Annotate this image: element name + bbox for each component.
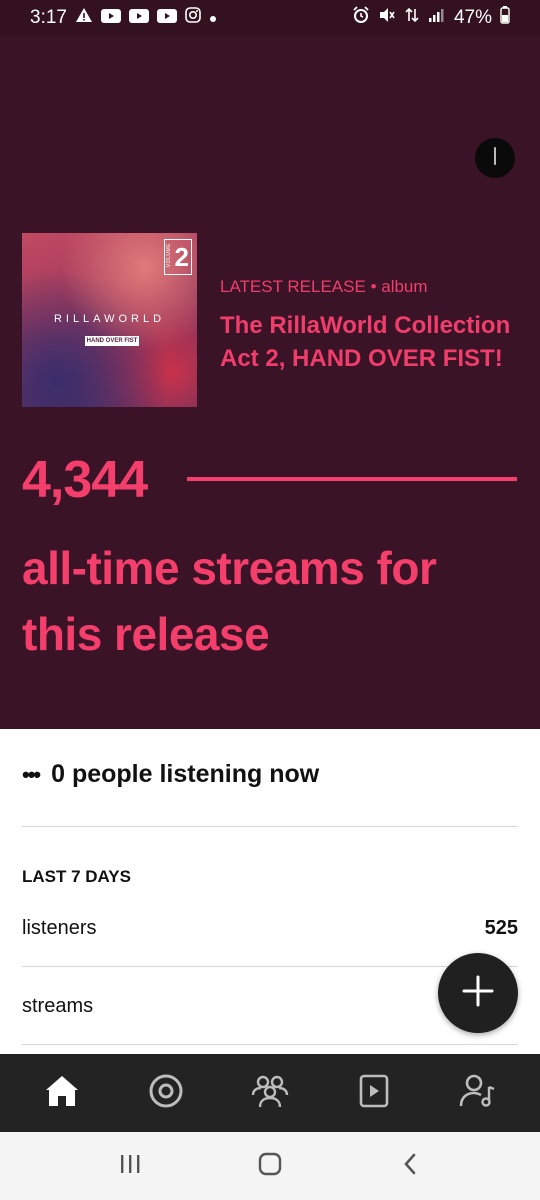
release-meta: LATEST RELEASE • album [220,277,428,297]
signal-icon [428,7,446,29]
back-button[interactable] [380,1146,440,1186]
divider [22,1044,518,1045]
instagram-icon [185,7,201,29]
back-chevron-icon [401,1152,419,1181]
listening-now: ••• 0 people listening now [22,760,319,789]
stream-divider [187,477,517,481]
home-square-icon [257,1151,283,1182]
divider [22,966,518,967]
youtube-icon [128,7,149,29]
data-icon [404,6,420,30]
release-title[interactable]: The RillaWorld Collection Act 2, HAND OV… [220,309,520,375]
cover-brand: RILLAWORLD [53,313,166,325]
recent-apps-icon [118,1153,142,1180]
recent-apps-button[interactable] [100,1146,160,1186]
status-right: 47% [352,6,510,30]
nav-releases[interactable] [134,1061,198,1125]
release-type: album [381,277,428,296]
stat-label: streams [22,995,94,1017]
status-left: 3:17 [30,7,217,29]
volume-badge: VOLUME 2 [164,239,192,275]
add-button[interactable] [438,953,518,1033]
dot-icon [209,7,217,29]
divider [22,826,518,827]
volume-number: 2 [174,242,189,272]
volume-word: VOLUME [166,243,172,268]
warning-icon [75,7,93,29]
release-label: LATEST RELEASE [220,277,366,296]
nav-playlists[interactable] [342,1061,406,1125]
status-bar: 3:17 47% [0,0,540,36]
releases-icon [148,1073,184,1114]
stream-caption: all-time streams for this release [22,542,437,660]
stat-label: listeners [22,917,97,939]
live-dots-icon: ••• [22,761,41,787]
battery-icon [500,6,510,30]
playlist-icon [358,1073,390,1114]
artist-icon [459,1073,497,1114]
audience-icon [250,1073,290,1114]
section-title-last-7-days: LAST 7 DAYS [22,867,131,886]
nav-audience[interactable] [238,1061,302,1125]
system-nav [0,1132,540,1200]
alarm-icon [352,6,370,30]
home-icon [44,1074,80,1113]
nav-home[interactable] [30,1061,94,1125]
cover-subtitle: HAND OVER FIST [85,336,139,346]
stream-count: 4,344 [22,451,148,509]
meta-separator: • [370,277,377,296]
more-options-button[interactable] [475,138,515,178]
status-time: 3:17 [30,7,67,28]
mute-icon [378,6,396,30]
youtube-icon [100,7,121,29]
stat-value: 525 [484,917,518,939]
bottom-nav [0,1054,540,1132]
home-system-button[interactable] [240,1146,300,1186]
stat-row-listeners[interactable]: listeners 525 [22,917,518,940]
more-vertical-icon [493,146,497,171]
album-cover[interactable]: VOLUME 2 RILLAWORLD HAND OVER FIST [22,233,197,407]
plus-icon [461,974,495,1013]
youtube-icon [156,7,177,29]
listening-text: 0 people listening now [51,760,320,788]
battery-text: 47% [453,7,492,28]
nav-artist[interactable] [446,1061,510,1125]
